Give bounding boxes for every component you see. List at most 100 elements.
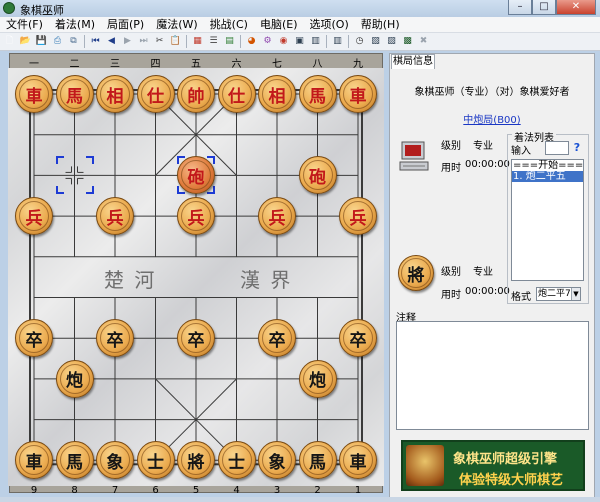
red-piece[interactable]: 馬 (298, 75, 337, 113)
river-label-chu: 楚 河 (104, 268, 157, 292)
last-move-icon[interactable]: ⏭ (137, 35, 150, 48)
toolbar-separator (348, 35, 349, 48)
red-piece[interactable]: 相 (258, 75, 296, 113)
document-icon[interactable]: ▣ (293, 35, 306, 48)
red-piece[interactable]: 車 (15, 75, 53, 113)
clipboard-icon[interactable]: 📋 (169, 35, 182, 48)
cut-icon[interactable]: ✂ (153, 35, 166, 48)
chevron-down-icon[interactable]: ▼ (571, 288, 580, 300)
top-time-value: 00:00:00 (465, 159, 510, 170)
piece-char: 帥 (181, 79, 211, 109)
chess-board[interactable]: 楚 河 漢 界 (8, 68, 384, 486)
piece-char: 象 (262, 445, 292, 476)
red-piece[interactable]: 帥 (177, 75, 215, 113)
black-piece[interactable]: 炮 (55, 359, 94, 398)
piece-char: 砲 (302, 160, 333, 191)
stop-icon[interactable]: ✖ (417, 35, 430, 48)
tree-icon[interactable]: ☰ (207, 35, 220, 48)
black-piece[interactable]: 士 (217, 441, 256, 480)
black-piece[interactable]: 卒 (15, 319, 53, 358)
tab-game-info[interactable]: 棋局信息 (391, 54, 435, 69)
format-select-value: 炮二平7 (538, 289, 571, 299)
black-piece[interactable]: 士 (136, 441, 175, 480)
piece-char: 兵 (19, 201, 49, 232)
menu-item-7[interactable]: 帮助(H) (355, 17, 406, 32)
piece-char: 車 (19, 445, 49, 476)
engine-icon[interactable]: ⚙ (261, 35, 274, 48)
black-piece[interactable]: 卒 (339, 319, 377, 358)
banner-line1: 象棋巫师超级引擎 (453, 452, 558, 467)
bottom-level-label: 级别 (441, 267, 461, 278)
red-piece[interactable]: 兵 (15, 197, 53, 236)
new-icon[interactable]: 🗋 (3, 35, 16, 48)
move-input-field[interactable] (545, 141, 569, 155)
black-piece[interactable]: 炮 (298, 359, 337, 398)
red-piece[interactable]: 兵 (177, 197, 215, 236)
toolbar-separator (240, 35, 241, 48)
maximize-button[interactable]: □ (532, 0, 556, 15)
piece-char: 馬 (59, 445, 90, 476)
menu-item-1[interactable]: 着法(M) (49, 17, 101, 32)
piece-char: 兵 (181, 201, 211, 232)
menu-item-5[interactable]: 电脑(E) (254, 17, 304, 32)
move-list-item[interactable]: ===开始=== (512, 160, 583, 171)
piece-char: 卒 (19, 323, 49, 354)
piece-char: 兵 (343, 201, 373, 232)
bottom-level-value: 专业 (473, 267, 493, 278)
book-icon[interactable]: ▥ (331, 35, 344, 48)
opening-link[interactable]: 中炮局(B00) (389, 111, 595, 126)
notes-textarea[interactable] (396, 321, 589, 430)
eye-icon[interactable]: ◉ (277, 35, 290, 48)
move-list-item[interactable]: 1. 炮二平五 (512, 171, 583, 182)
piece-char: 士 (221, 445, 252, 476)
red-piece[interactable]: 車 (339, 75, 377, 113)
toolbar-separator (186, 35, 187, 48)
copy-icon[interactable]: ⧉ (67, 35, 80, 48)
toolbar: 🗋 📂 💾 ⎙ ⧉ ⏮ ◀ ▶ ⏭ ✂ 📋 ▦ ☰ ▤ ◕ ⚙ ◉ ▣ ▥ ▥ ◷ ▧ ▨ ▩ ✖ (0, 33, 600, 51)
clock-icon[interactable]: ◷ (353, 35, 366, 48)
red-piece[interactable]: 仕 (136, 75, 175, 113)
black-piece[interactable]: 卒 (177, 319, 215, 358)
red-piece[interactable]: 馬 (55, 75, 94, 113)
menu-item-4[interactable]: 挑战(C) (204, 17, 254, 32)
black-piece[interactable]: 馬 (298, 441, 337, 480)
move-list[interactable]: ===开始=== 1. 炮二平五 (511, 159, 584, 281)
black-piece[interactable]: 馬 (55, 441, 94, 480)
library-icon[interactable]: ▤ (223, 35, 236, 48)
file-label-bottom-1: 8 (71, 485, 78, 496)
color-icon[interactable]: ◕ (245, 35, 258, 48)
close-button[interactable]: ✕ (556, 0, 596, 15)
menu-item-6[interactable]: 选项(O) (304, 17, 355, 32)
file-label-bottom-0: 9 (30, 485, 38, 496)
engine-banner[interactable]: 象棋巫师超级引擎 体验特级大师棋艺 (401, 440, 585, 491)
layout-icon[interactable]: ▧ (369, 35, 382, 48)
edit-board-icon[interactable]: ▦ (191, 35, 204, 48)
red-piece[interactable]: 兵 (96, 197, 134, 236)
open-icon[interactable]: 📂 (19, 35, 32, 48)
save-icon[interactable]: 💾 (35, 35, 48, 48)
red-piece[interactable]: 仕 (217, 75, 256, 113)
red-piece[interactable]: 兵 (339, 197, 377, 236)
first-move-icon[interactable]: ⏮ (89, 35, 102, 48)
piece-char: 象 (100, 445, 130, 476)
print-icon[interactable]: ⎙ (51, 35, 64, 48)
menu-item-0[interactable]: 文件(F) (0, 17, 49, 32)
red-piece[interactable]: 兵 (258, 197, 296, 236)
red-piece[interactable]: 砲 (298, 156, 337, 195)
prev-move-icon[interactable]: ◀ (105, 35, 118, 48)
red-piece[interactable]: 相 (96, 75, 134, 113)
next-move-icon[interactable]: ▶ (121, 35, 134, 48)
terminal-icon[interactable]: ▩ (401, 35, 414, 48)
menu-item-2[interactable]: 局面(P) (101, 17, 150, 32)
analyze-icon[interactable]: ▥ (309, 35, 322, 48)
toolbar-separator (84, 35, 85, 48)
panel-icon[interactable]: ▨ (385, 35, 398, 48)
menu-item-3[interactable]: 魔法(W) (150, 17, 203, 32)
black-piece[interactable]: 卒 (258, 319, 296, 358)
river-label-han: 漢 界 (240, 268, 293, 292)
black-piece[interactable]: 卒 (96, 319, 134, 358)
minimize-button[interactable]: – (508, 0, 532, 15)
format-select[interactable]: 炮二平7 ▼ (536, 287, 581, 301)
piece-char: 相 (100, 79, 130, 109)
help-icon[interactable]: ? (572, 141, 582, 155)
